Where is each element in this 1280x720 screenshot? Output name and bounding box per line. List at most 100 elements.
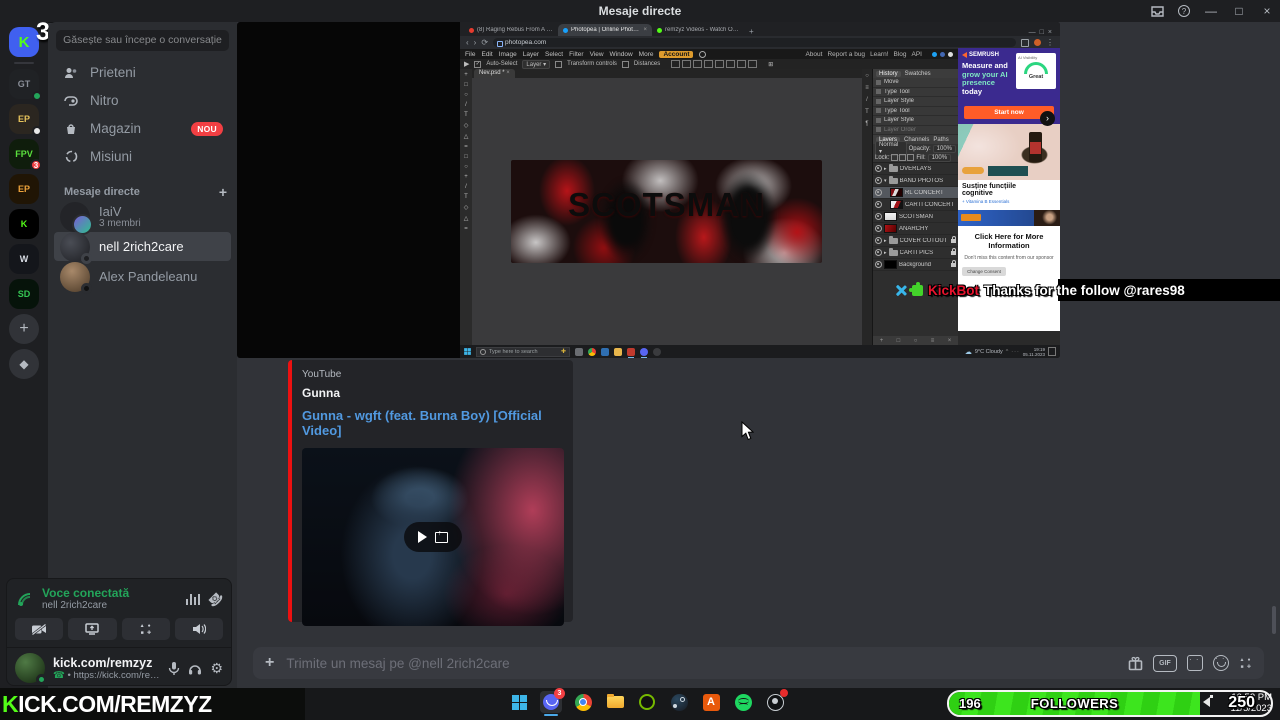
sticker-icon[interactable] xyxy=(1187,655,1203,671)
server-icon[interactable]: K xyxy=(9,209,39,239)
ad-arrow-button[interactable]: › xyxy=(1040,111,1055,126)
panel-icon[interactable]: ○ xyxy=(865,73,869,79)
dm-item-alex[interactable]: Alex Pandeleanu xyxy=(54,261,231,294)
forward-icon[interactable]: › xyxy=(474,38,477,47)
close-button[interactable]: × xyxy=(1260,4,1274,18)
search-icon[interactable] xyxy=(699,50,707,58)
sponsor-ad[interactable]: Click Here for More Information Don't mi… xyxy=(958,210,1060,261)
photopea-canvas[interactable]: SCOTSMAN xyxy=(472,78,862,345)
checkbox[interactable] xyxy=(555,60,563,68)
menu-item[interactable]: More xyxy=(639,51,654,58)
browser-tab[interactable]: remzyz Videos - Watch On-Deman xyxy=(652,24,746,36)
embed-author[interactable]: Gunna xyxy=(302,386,563,400)
headphones-icon[interactable] xyxy=(188,662,202,675)
align-icon[interactable] xyxy=(693,60,703,68)
apps-icon[interactable]: ▲ ● ■ ✚ xyxy=(1239,657,1252,670)
disconnect-icon[interactable]: ☎ xyxy=(204,587,226,610)
align-icon[interactable] xyxy=(682,60,692,68)
taskbar-spotify[interactable] xyxy=(732,691,754,713)
user-avatar[interactable] xyxy=(15,653,47,685)
align-icon[interactable] xyxy=(715,60,725,68)
checkbox-checked[interactable]: ✓ xyxy=(474,60,482,68)
screenshare-button[interactable] xyxy=(68,618,117,640)
tool-icon[interactable]: ○ xyxy=(464,164,468,170)
panel-icon[interactable]: T xyxy=(865,109,869,115)
sidebar-item-nitro[interactable]: Nitro xyxy=(56,87,229,114)
layer-row[interactable]: ANARCHY xyxy=(873,223,958,235)
change-consent-button[interactable]: Change Consent xyxy=(962,267,1006,276)
chat-scrollbar[interactable] xyxy=(1272,606,1276,634)
menu-item[interactable]: Image xyxy=(499,51,517,58)
tool-icon[interactable]: T xyxy=(464,194,468,200)
tool-icon[interactable]: / xyxy=(465,102,467,108)
fill-value[interactable]: 100% xyxy=(927,153,952,162)
header-link[interactable]: Blog xyxy=(894,51,907,58)
tool-icon[interactable]: △ xyxy=(464,133,469,140)
server-icon[interactable]: SD xyxy=(9,279,39,309)
align-icon[interactable] xyxy=(726,60,736,68)
dm-item-iaiv[interactable]: IaiV 3 membri xyxy=(54,201,231,235)
header-link[interactable]: API xyxy=(912,51,922,58)
dm-item-nell[interactable]: nell 2rich2care xyxy=(54,231,231,264)
history-entry[interactable]: Type Tool xyxy=(873,106,958,116)
help-icon[interactable]: ? xyxy=(1178,5,1190,17)
history-panel-tabs[interactable]: History Swatches xyxy=(873,69,958,78)
header-link[interactable]: About xyxy=(805,51,822,58)
taskbar-obs[interactable] xyxy=(764,689,788,713)
menu-item[interactable]: File xyxy=(465,51,475,58)
photopea-toolbar[interactable]: + □ ○ / T ◇ △ = □ ○ + / T ◇ △ = xyxy=(460,69,472,345)
start-button[interactable] xyxy=(508,691,530,713)
activities-button[interactable]: ▲ ● ■ ✚ xyxy=(121,618,170,640)
voice-target[interactable]: nell 2rich2care xyxy=(42,600,179,611)
server-icon[interactable]: W xyxy=(9,244,39,274)
taskbar-nvidia[interactable] xyxy=(636,691,658,713)
inbox-icon[interactable] xyxy=(1151,5,1164,17)
tool-icon[interactable]: + xyxy=(464,72,468,78)
browser-tab-active[interactable]: Photopea | Online Photo Editor× xyxy=(558,24,652,36)
menu-item[interactable]: View xyxy=(590,51,604,58)
camera-button[interactable] xyxy=(15,618,64,640)
menu-item[interactable]: Layer xyxy=(523,51,539,58)
sidebar-item-missions[interactable]: Misiuni xyxy=(56,143,229,170)
back-icon[interactable]: ‹ xyxy=(466,38,469,47)
taskbar-adobe[interactable]: A xyxy=(700,691,722,713)
taskbar-explorer[interactable] xyxy=(604,691,626,713)
menu-item[interactable]: Edit xyxy=(481,51,492,58)
sidebar-item-shop[interactable]: Magazin NOU xyxy=(56,115,229,142)
noise-suppression-icon[interactable] xyxy=(185,593,200,605)
tool-icon[interactable]: T xyxy=(464,112,468,118)
history-list[interactable]: Move Type Tool Layer Style Type Tool Layer S… xyxy=(873,78,958,135)
panel-icon[interactable]: ¶ xyxy=(865,121,868,127)
layer-row[interactable]: ▸ COVER CUTOUT xyxy=(873,235,958,247)
server-icon[interactable]: GT xyxy=(9,69,42,101)
layer-row[interactable]: ▸ CARTI PICS xyxy=(873,247,958,259)
menu-item[interactable]: Window xyxy=(610,51,633,58)
minimize-button[interactable]: — xyxy=(1204,4,1218,18)
taskbar-discord[interactable]: 3 xyxy=(540,688,565,716)
embed-title-link[interactable]: Gunna - wgft (feat. Burna Boy) [Official… xyxy=(302,408,563,438)
tool-icon[interactable]: / xyxy=(465,184,467,190)
add-server-button[interactable]: + xyxy=(9,314,39,344)
layer-dropdown[interactable]: Layer ▾ xyxy=(522,59,551,69)
tool-icon[interactable]: ◇ xyxy=(464,122,469,129)
opacity-value[interactable]: 100% xyxy=(932,144,956,153)
server-icon[interactable]: EP xyxy=(9,104,42,136)
tool-icon[interactable]: + xyxy=(464,174,468,180)
url-field[interactable]: photopea.com xyxy=(493,38,1016,47)
menu-icon[interactable]: ⋮ xyxy=(1046,38,1054,47)
layer-row[interactable]: ▸ OVERLAYS xyxy=(873,163,958,175)
home-server-icon[interactable]: K xyxy=(9,27,39,57)
tool-icon[interactable]: □ xyxy=(464,82,468,88)
checkbox[interactable] xyxy=(621,60,629,68)
history-entry[interactable]: Move xyxy=(873,78,958,88)
sidebar-item-friends[interactable]: Prieteni xyxy=(56,59,229,86)
new-tab-icon[interactable]: + xyxy=(749,27,754,36)
align-icon[interactable] xyxy=(704,60,714,68)
gif-icon[interactable]: GIF xyxy=(1153,654,1177,672)
menu-item[interactable]: Filter xyxy=(569,51,583,58)
video-thumbnail[interactable] xyxy=(302,448,564,626)
account-menu[interactable]: Account xyxy=(659,50,694,58)
layer-row[interactable]: SCOTSMAN xyxy=(873,211,958,223)
tool-icon[interactable]: □ xyxy=(464,154,468,160)
search-conversation-button[interactable]: Găsește sau începe o conversație xyxy=(56,30,229,51)
